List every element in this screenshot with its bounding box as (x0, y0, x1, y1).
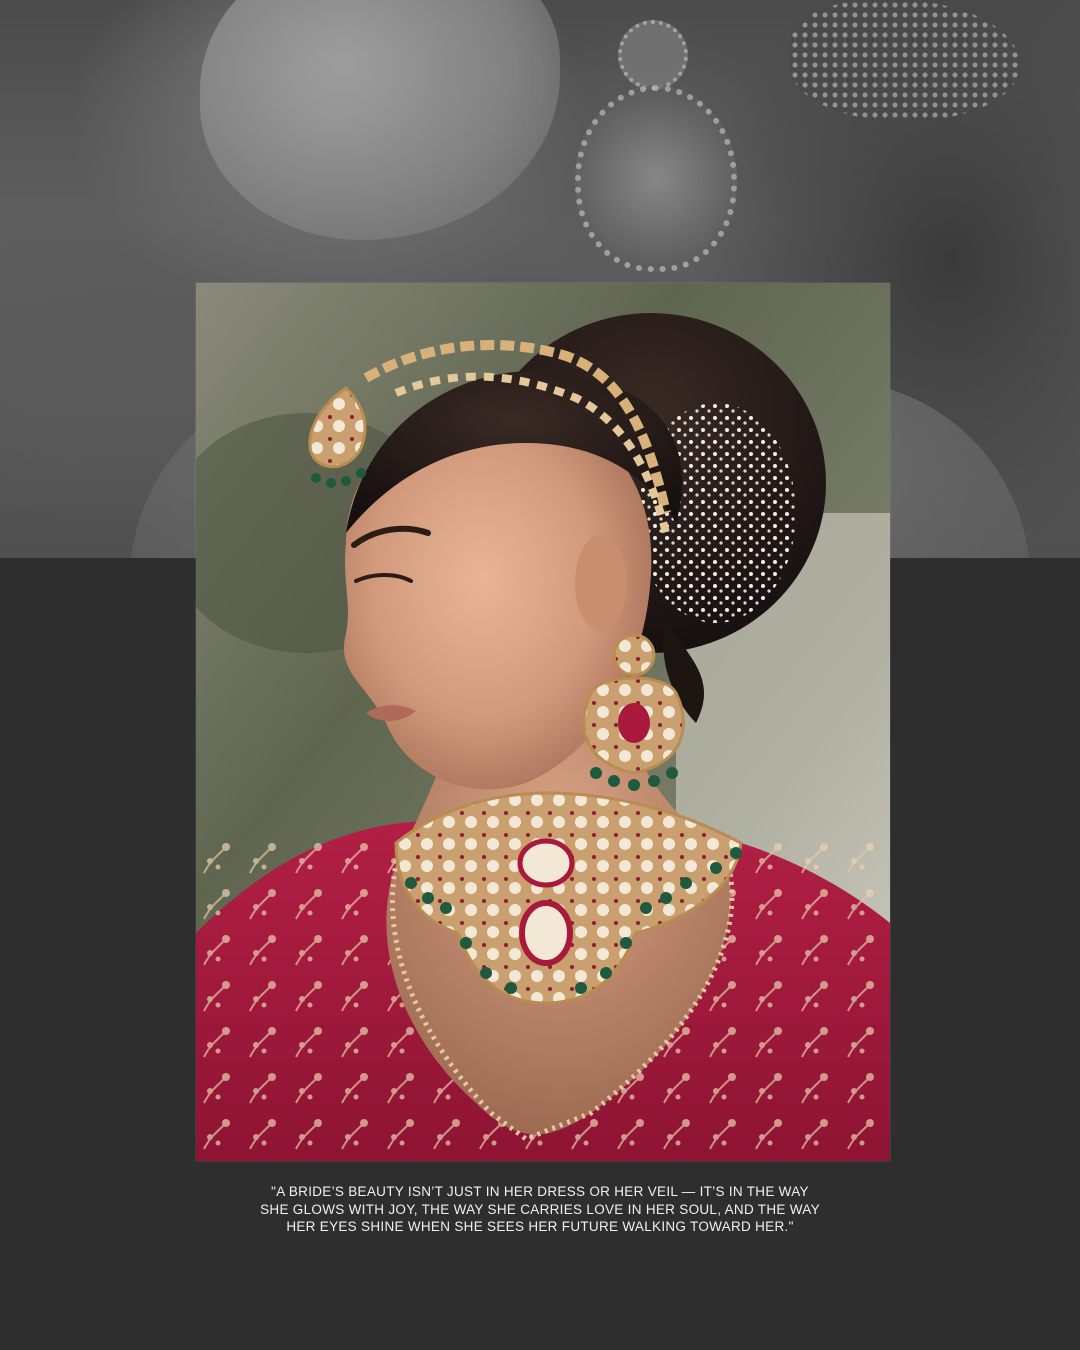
bride-portrait-illustration (196, 283, 890, 1161)
background-hair-flowers (790, 0, 1020, 120)
background-earring-stud (618, 20, 688, 90)
bridal-quote: "A BRIDE’S BEAUTY ISN’T JUST IN HER DRES… (260, 1184, 820, 1234)
background-face-profile (200, 0, 560, 240)
bride-portrait-photo (196, 283, 890, 1161)
background-earring-drop (575, 85, 737, 272)
